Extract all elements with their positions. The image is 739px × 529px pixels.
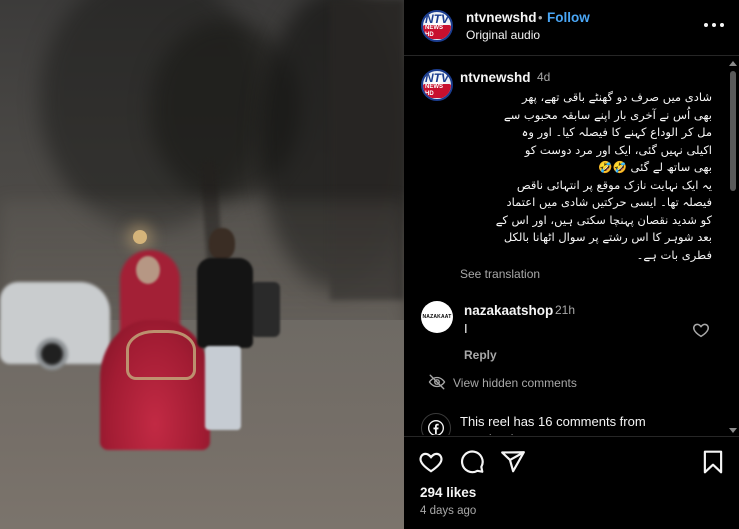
caption-text: شادی میں صرف دو گھنٹے باقی تھے، پھر بھی … (456, 89, 712, 264)
follow-button[interactable]: Follow (547, 10, 590, 25)
scroll-up-arrow[interactable] (729, 61, 737, 66)
caption-line: یہ ایک نہایت نازک موقع پر انتہائی ناقص (516, 177, 712, 192)
comment-timestamp[interactable]: 21h (555, 303, 575, 317)
like-heart-icon[interactable] (418, 449, 444, 475)
caption-line: شادی میں صرف دو گھنٹے باقی تھے، پھر (522, 90, 712, 104)
post-panel: NTV NEWS HD ntvnewshd • Follow Original … (404, 0, 739, 529)
reply-button[interactable]: Reply (464, 348, 497, 362)
caption-line: بھی اُس نے آخری بار اپنے سابقہ محبوب سے (503, 107, 712, 122)
man-head (209, 228, 235, 260)
avatar-logo-text: NTV (425, 71, 449, 85)
avatar-logo-subtext: NEWS HD (423, 84, 451, 98)
bookmark-icon[interactable] (700, 449, 726, 475)
commenter-username[interactable]: nazakaatshop (464, 303, 553, 318)
audio-link[interactable]: Original audio (466, 28, 540, 42)
more-options-icon[interactable] (704, 15, 724, 35)
caption-line: مل کر الوداع کہنے کا فیصلہ کیا۔ اور وہ (521, 125, 712, 139)
caption-avatar[interactable]: NTV NEWS HD (421, 69, 453, 101)
avatar-logo-subtext: NEWS HD (423, 25, 451, 39)
parked-car (0, 282, 110, 370)
share-icon[interactable] (500, 449, 526, 475)
comments-section[interactable]: NTV NEWS HD ntvnewshd 4d شادی میں صرف دو… (404, 57, 739, 435)
eye-off-icon[interactable] (428, 373, 446, 391)
likes-count[interactable]: 294 likes (420, 485, 476, 500)
action-bar (418, 449, 726, 477)
comment-heart-icon[interactable] (692, 321, 710, 339)
caption-line: فطری بات ہے۔ (636, 247, 712, 262)
lehenga-embroidery (126, 330, 196, 380)
street-light (133, 230, 147, 244)
bride-figure (100, 250, 210, 450)
facebook-comments-note[interactable]: This reel has 16 comments from Facebook (460, 413, 700, 435)
man-trousers (205, 346, 241, 430)
comment-icon[interactable] (459, 449, 485, 475)
post-footer: 294 likes 4 days ago (404, 436, 739, 529)
facebook-icon (421, 413, 451, 435)
profile-avatar[interactable]: NTV NEWS HD (421, 10, 453, 42)
reel-video[interactable] (0, 0, 404, 529)
caption-line: کو شدید نقصان پہنچا سکتی ہیں، اور اس کے (495, 212, 712, 227)
caption-line: بعد شوہر کا اس رشتے پر سوال اٹھانا بالکل (503, 230, 712, 244)
commenter-avatar[interactable]: NAZAKAAT (421, 301, 453, 333)
man-shirt (197, 258, 253, 348)
caption-username[interactable]: ntvnewshd (460, 70, 531, 85)
comment-text: I (464, 321, 468, 336)
scroll-down-arrow[interactable] (729, 428, 737, 433)
caption-timestamp[interactable]: 4d (537, 70, 550, 84)
profile-username[interactable]: ntvnewshd (466, 10, 537, 25)
man-figure (195, 228, 255, 438)
caption-line: اکیلی نہیں گئی، ایک اور مرد دوست کو (524, 142, 712, 157)
post-date[interactable]: 4 days ago (420, 505, 476, 517)
view-hidden-comments-link[interactable]: View hidden comments (453, 376, 577, 390)
separator-dot: • (538, 10, 543, 25)
car-wheel (36, 338, 68, 370)
bride-head (136, 256, 160, 284)
avatar-logo-text: NTV (425, 12, 449, 26)
scrollbar-thumb[interactable] (730, 71, 736, 191)
commenter-avatar-text: NAZAKAAT (422, 314, 452, 320)
see-translation-link[interactable]: See translation (460, 267, 540, 281)
caption-line: بھی ساتھ لے گئی 🤣🤣 (598, 160, 712, 174)
post-header: NTV NEWS HD ntvnewshd • Follow Original … (404, 0, 739, 56)
caption-line: فیصلہ تھا۔ ایسی حرکتیں شادی میں اعتماد (506, 195, 712, 209)
